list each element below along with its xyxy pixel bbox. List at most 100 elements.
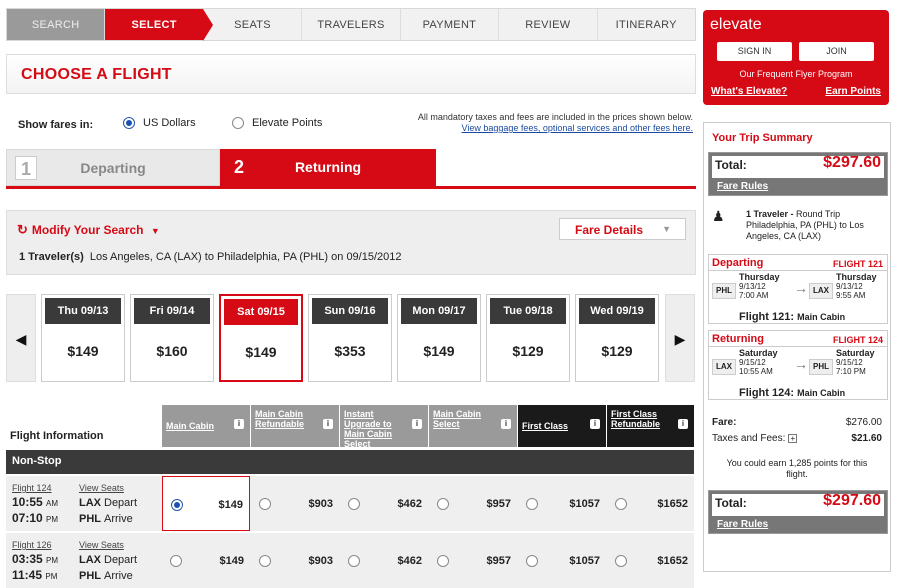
date-card[interactable]: Tue 09/18 $129 — [486, 294, 570, 382]
info-icon[interactable]: i — [590, 419, 600, 429]
date-card[interactable]: Mon 09/17 $149 — [397, 294, 481, 382]
fare-radio[interactable] — [437, 555, 449, 567]
elevate-logo: elevate — [710, 16, 762, 33]
baggage-fees-link[interactable]: View baggage fees, optional services and… — [380, 123, 694, 134]
date-next-button[interactable]: ▶ — [665, 294, 695, 382]
fare-cell[interactable]: $903 — [251, 476, 339, 531]
fare-cell[interactable]: $1652 — [607, 476, 694, 531]
fare-radio[interactable] — [437, 498, 449, 510]
fare-radio[interactable] — [259, 498, 271, 510]
date-card-price: $353 — [334, 343, 366, 359]
step-travelers: TRAVELERS — [302, 9, 401, 40]
fare-radio[interactable] — [171, 499, 183, 511]
info-icon[interactable]: i — [501, 419, 511, 429]
fare-radio[interactable] — [170, 555, 182, 567]
total-label: Total: — [715, 158, 747, 172]
fare-cell[interactable]: $462 — [340, 533, 428, 588]
returning-segment: Returning FLIGHT 124 LAX Saturday 9/15/12… — [708, 330, 888, 400]
page-title: CHOOSE A FLIGHT — [21, 66, 172, 83]
returning-footer: Flight 124: Main Cabin — [739, 387, 846, 399]
fare-column-header[interactable]: First Class Refundable i — [607, 405, 694, 447]
fare-radio[interactable] — [348, 555, 360, 567]
step-select: SELECT — [105, 9, 214, 41]
info-icon[interactable]: i — [234, 419, 244, 429]
returning-label: Returning — [712, 333, 764, 345]
date-card-price: $149 — [423, 343, 455, 359]
fare-cell[interactable]: $1057 — [518, 476, 606, 531]
date-prev-button[interactable]: ◀ — [6, 294, 36, 382]
total-label: Total: — [715, 496, 747, 510]
view-seats-link[interactable]: View Seats — [79, 483, 124, 493]
fare-radio[interactable] — [348, 498, 360, 510]
flight-number-link[interactable]: Flight 126 — [12, 540, 52, 550]
departure-time: 10:55 AM — [12, 495, 59, 509]
fare-cell[interactable]: $1652 — [607, 533, 694, 588]
departing-to-details: Thursday 9/13/12 9:55 AM — [836, 272, 877, 301]
fare-cell[interactable]: $149 — [162, 533, 250, 588]
fare-column-header[interactable]: First Class i — [518, 405, 606, 447]
tab-departing-label: Departing — [80, 160, 146, 176]
fare-radio[interactable] — [259, 555, 271, 567]
fare-rules-link[interactable]: Fare Rules — [717, 181, 768, 192]
fare-column-header[interactable]: Main Cabin Refundable i — [251, 405, 339, 447]
fare-price: $462 — [397, 498, 422, 510]
view-seats-link[interactable]: View Seats — [79, 540, 124, 550]
info-icon[interactable]: i — [412, 419, 422, 429]
step-search[interactable]: SEARCH — [7, 9, 106, 40]
expand-taxes-button[interactable]: + — [788, 434, 798, 443]
fare-radio[interactable] — [615, 498, 627, 510]
tab-returning[interactable]: 2 Returning — [220, 149, 436, 186]
tab-underline — [6, 186, 696, 189]
usd-radio[interactable] — [123, 117, 135, 130]
flight-info: Flight 124 View Seats 10:55 AM LAX Depart 07:… — [6, 476, 161, 531]
refresh-icon: ↻ — [17, 222, 28, 237]
info-icon[interactable]: i — [678, 419, 688, 429]
returning-flight-number: FLIGHT 124 — [832, 335, 883, 345]
flight-row: Flight 124 View Seats 10:55 AM LAX Depart 07:… — [6, 476, 694, 531]
date-card[interactable]: Sun 09/16 $353 — [308, 294, 392, 382]
date-card[interactable]: Wed 09/19 $129 — [575, 294, 659, 382]
points-radio[interactable] — [232, 117, 244, 130]
fare-column-label: Main Cabin — [166, 421, 215, 431]
departure-airport: LAX Depart — [79, 554, 138, 566]
tab-returning-label: Returning — [294, 159, 362, 175]
departing-label: Departing — [712, 257, 764, 269]
join-button[interactable]: JOIN — [799, 42, 874, 61]
fare-cell[interactable]: $957 — [429, 533, 517, 588]
sign-in-button[interactable]: SIGN IN — [717, 42, 792, 61]
tab-departing[interactable]: 1 Departing — [6, 149, 220, 186]
fare-column-header[interactable]: Main Cabin i — [162, 405, 250, 447]
fare-cell[interactable]: $903 — [251, 533, 339, 588]
flight-number-link[interactable]: Flight 124 — [12, 483, 52, 493]
fare-radio[interactable] — [615, 555, 627, 567]
date-card[interactable]: Sat 09/15 $149 — [219, 294, 303, 382]
fare-details-dropdown[interactable]: Fare Details ▼ — [559, 218, 686, 240]
fare-price: $462 — [397, 555, 422, 567]
earn-points-link[interactable]: Earn Points — [825, 86, 881, 97]
usd-option[interactable]: US Dollars — [123, 117, 196, 130]
fare-price: $957 — [486, 555, 511, 567]
fare-column-header[interactable]: Main Cabin Select i — [429, 405, 517, 447]
total-box-top: Total: $297.60 Fare Rules — [708, 152, 888, 196]
modify-search-toggle[interactable]: ↻ Modify Your Search ▼ — [17, 222, 160, 238]
date-card[interactable]: Thu 09/13 $149 — [41, 294, 125, 382]
fare-row: Fare: $276.00 — [712, 417, 882, 428]
fare-radio[interactable] — [526, 555, 538, 567]
fare-cell[interactable]: $149 — [162, 476, 250, 531]
fare-cell[interactable]: $1057 — [518, 533, 606, 588]
fare-rules-link[interactable]: Fare Rules — [717, 519, 768, 530]
info-icon[interactable]: i — [323, 419, 333, 429]
nonstop-group-header: Non-Stop — [6, 450, 694, 474]
whats-elevate-link[interactable]: What's Elevate? — [711, 86, 787, 97]
booking-progress-bar: SEARCH SELECT SEATS TRAVELERS PAYMENT REVIEW I… — [6, 8, 696, 41]
fare-radio[interactable] — [526, 498, 538, 510]
date-card[interactable]: Fri 09/14 $160 — [130, 294, 214, 382]
date-card-day: Wed 09/19 — [579, 298, 655, 324]
points-option[interactable]: Elevate Points — [232, 117, 322, 130]
total-box-bottom: Total: $297.60 Fare Rules — [708, 490, 888, 534]
usd-label: US Dollars — [143, 117, 196, 129]
fare-price: $1652 — [657, 555, 688, 567]
fare-cell[interactable]: $957 — [429, 476, 517, 531]
fare-cell[interactable]: $462 — [340, 476, 428, 531]
fare-column-header[interactable]: Instant Upgrade to Main Cabin Select i — [340, 405, 428, 449]
